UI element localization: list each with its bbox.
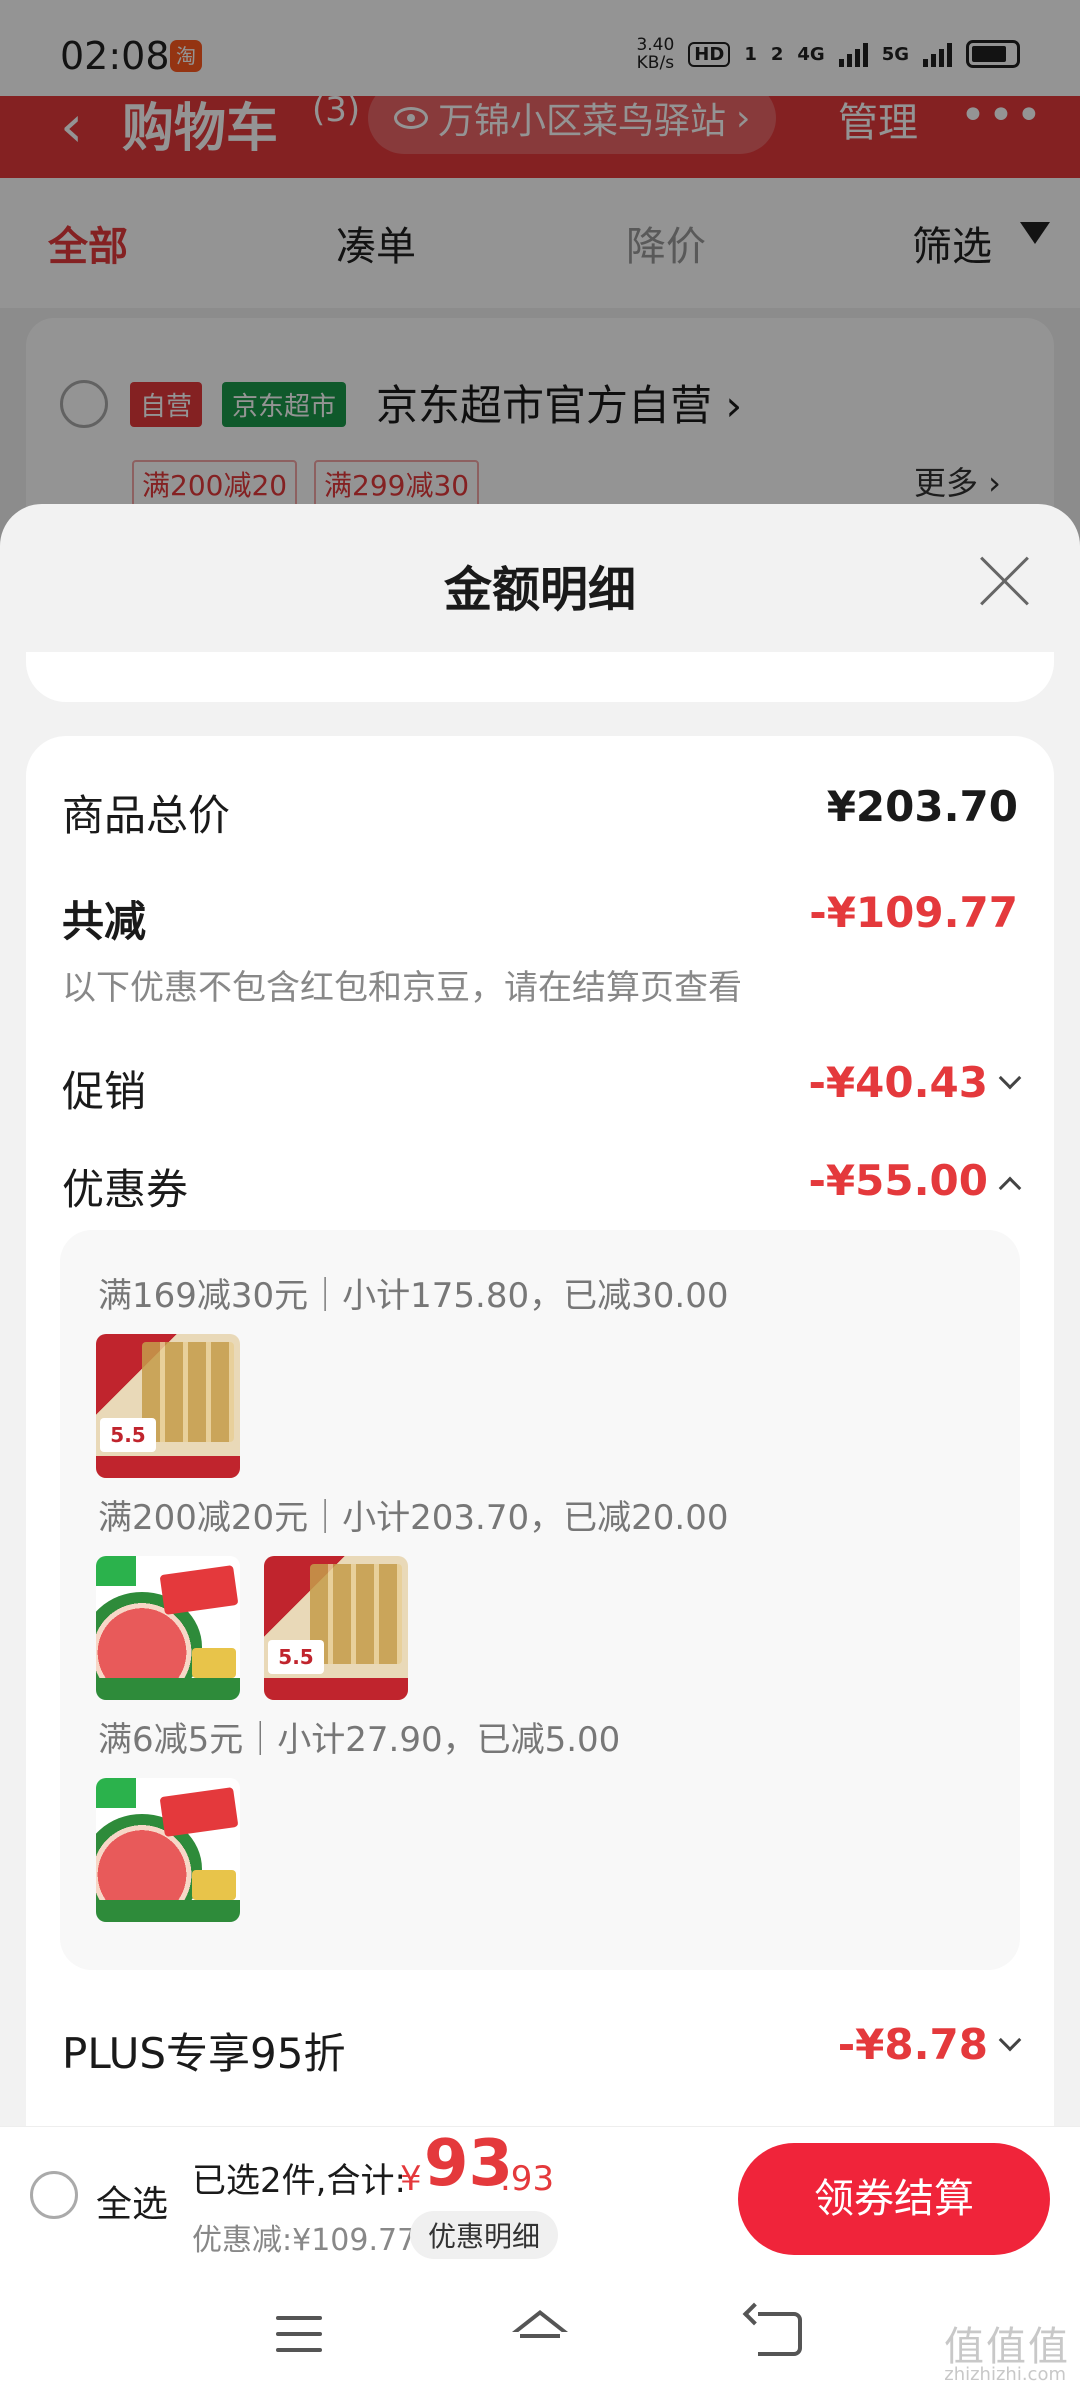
watermark-domain: zhizhizhi.com (944, 2364, 1066, 2385)
coupon-row[interactable]: 优惠券 -¥55.00 (62, 1156, 1022, 1216)
collapsed-section (26, 652, 1054, 702)
discount-amount: 优惠减:¥109.77 (192, 2223, 417, 2258)
promotion-label: 促销 (62, 1067, 147, 1116)
chevron-down-icon[interactable] (998, 1066, 1022, 1090)
sheet-header: 金额明细 (0, 504, 1080, 652)
paper-product-thumbnail[interactable]: 5.5 (96, 1334, 240, 1478)
close-icon[interactable] (978, 554, 1032, 608)
coupon-value: -¥55.00 (808, 1156, 988, 1205)
goods-total-value: ¥203.70 (826, 782, 1018, 831)
coupon-label: 优惠券 (62, 1165, 189, 1214)
reduction-note: 以下优惠不包含红包和京豆，请在结算页查看 (62, 968, 742, 1008)
back-icon[interactable] (758, 2312, 802, 2356)
total-reduction-row: 共减 -¥109.77 (62, 888, 1018, 948)
coupon-line: 满200减20元｜小计203.70，已减20.00 (98, 1498, 729, 1538)
select-all-radio[interactable] (30, 2171, 78, 2219)
paper-product-thumbnail[interactable]: 5.5 (264, 1556, 408, 1700)
menu-icon[interactable] (276, 2316, 322, 2352)
chevron-down-icon[interactable] (998, 2028, 1022, 2052)
promotion-row[interactable]: 促销 -¥40.43 (62, 1058, 1022, 1118)
system-nav-bar: 值值值 zhizhizhi.com (0, 2274, 1080, 2400)
checkout-bar: 全选 已选2件,合计: ¥ 93 .93 优惠减:¥109.77 优惠明细 领券… (0, 2126, 1080, 2274)
total-currency: ¥ (400, 2159, 422, 2199)
checkout-button[interactable]: 领券结算 (738, 2143, 1050, 2255)
plus-discount-value: -¥8.78 (837, 2020, 988, 2069)
watermelon-product-thumbnail[interactable] (96, 1556, 240, 1700)
discount-detail-button[interactable]: 优惠明细 (410, 2211, 559, 2259)
total-price-decimal: .93 (500, 2159, 555, 2199)
promotion-value: -¥40.43 (808, 1058, 988, 1107)
goods-total-row: 商品总价 ¥203.70 (62, 782, 1018, 842)
coupon-line: 满6减5元｜小计27.90，已减5.00 (98, 1720, 621, 1760)
total-reduction-value: -¥109.77 (809, 888, 1018, 937)
amount-detail-card: 商品总价 ¥203.70 共减 -¥109.77 以下优惠不包含红包和京豆，请在… (26, 736, 1054, 2236)
amount-detail-sheet: 金额明细 商品总价 ¥203.70 共减 -¥109.77 以下优惠不包含红包和… (0, 504, 1080, 2400)
select-all-label[interactable]: 全选 (96, 2175, 168, 2227)
goods-total-label: 商品总价 (62, 791, 231, 840)
chevron-up-icon[interactable] (998, 1176, 1022, 1200)
total-reduction-label: 共减 (62, 897, 147, 946)
sheet-title: 金额明细 (443, 562, 636, 618)
plus-discount-label: PLUS专享95折 (62, 2029, 346, 2078)
watermelon-product-thumbnail[interactable] (96, 1778, 240, 1922)
home-icon[interactable] (512, 2310, 568, 2356)
selected-summary: 已选2件,合计: (192, 2161, 406, 2201)
plus-discount-row[interactable]: PLUS专享95折 -¥8.78 (62, 2020, 1022, 2080)
coupon-line: 满169减30元｜小计175.80，已减30.00 (98, 1276, 729, 1316)
coupon-breakdown: 满169减30元｜小计175.80，已减30.00 5.5 满200减20元｜小… (60, 1230, 1020, 1970)
